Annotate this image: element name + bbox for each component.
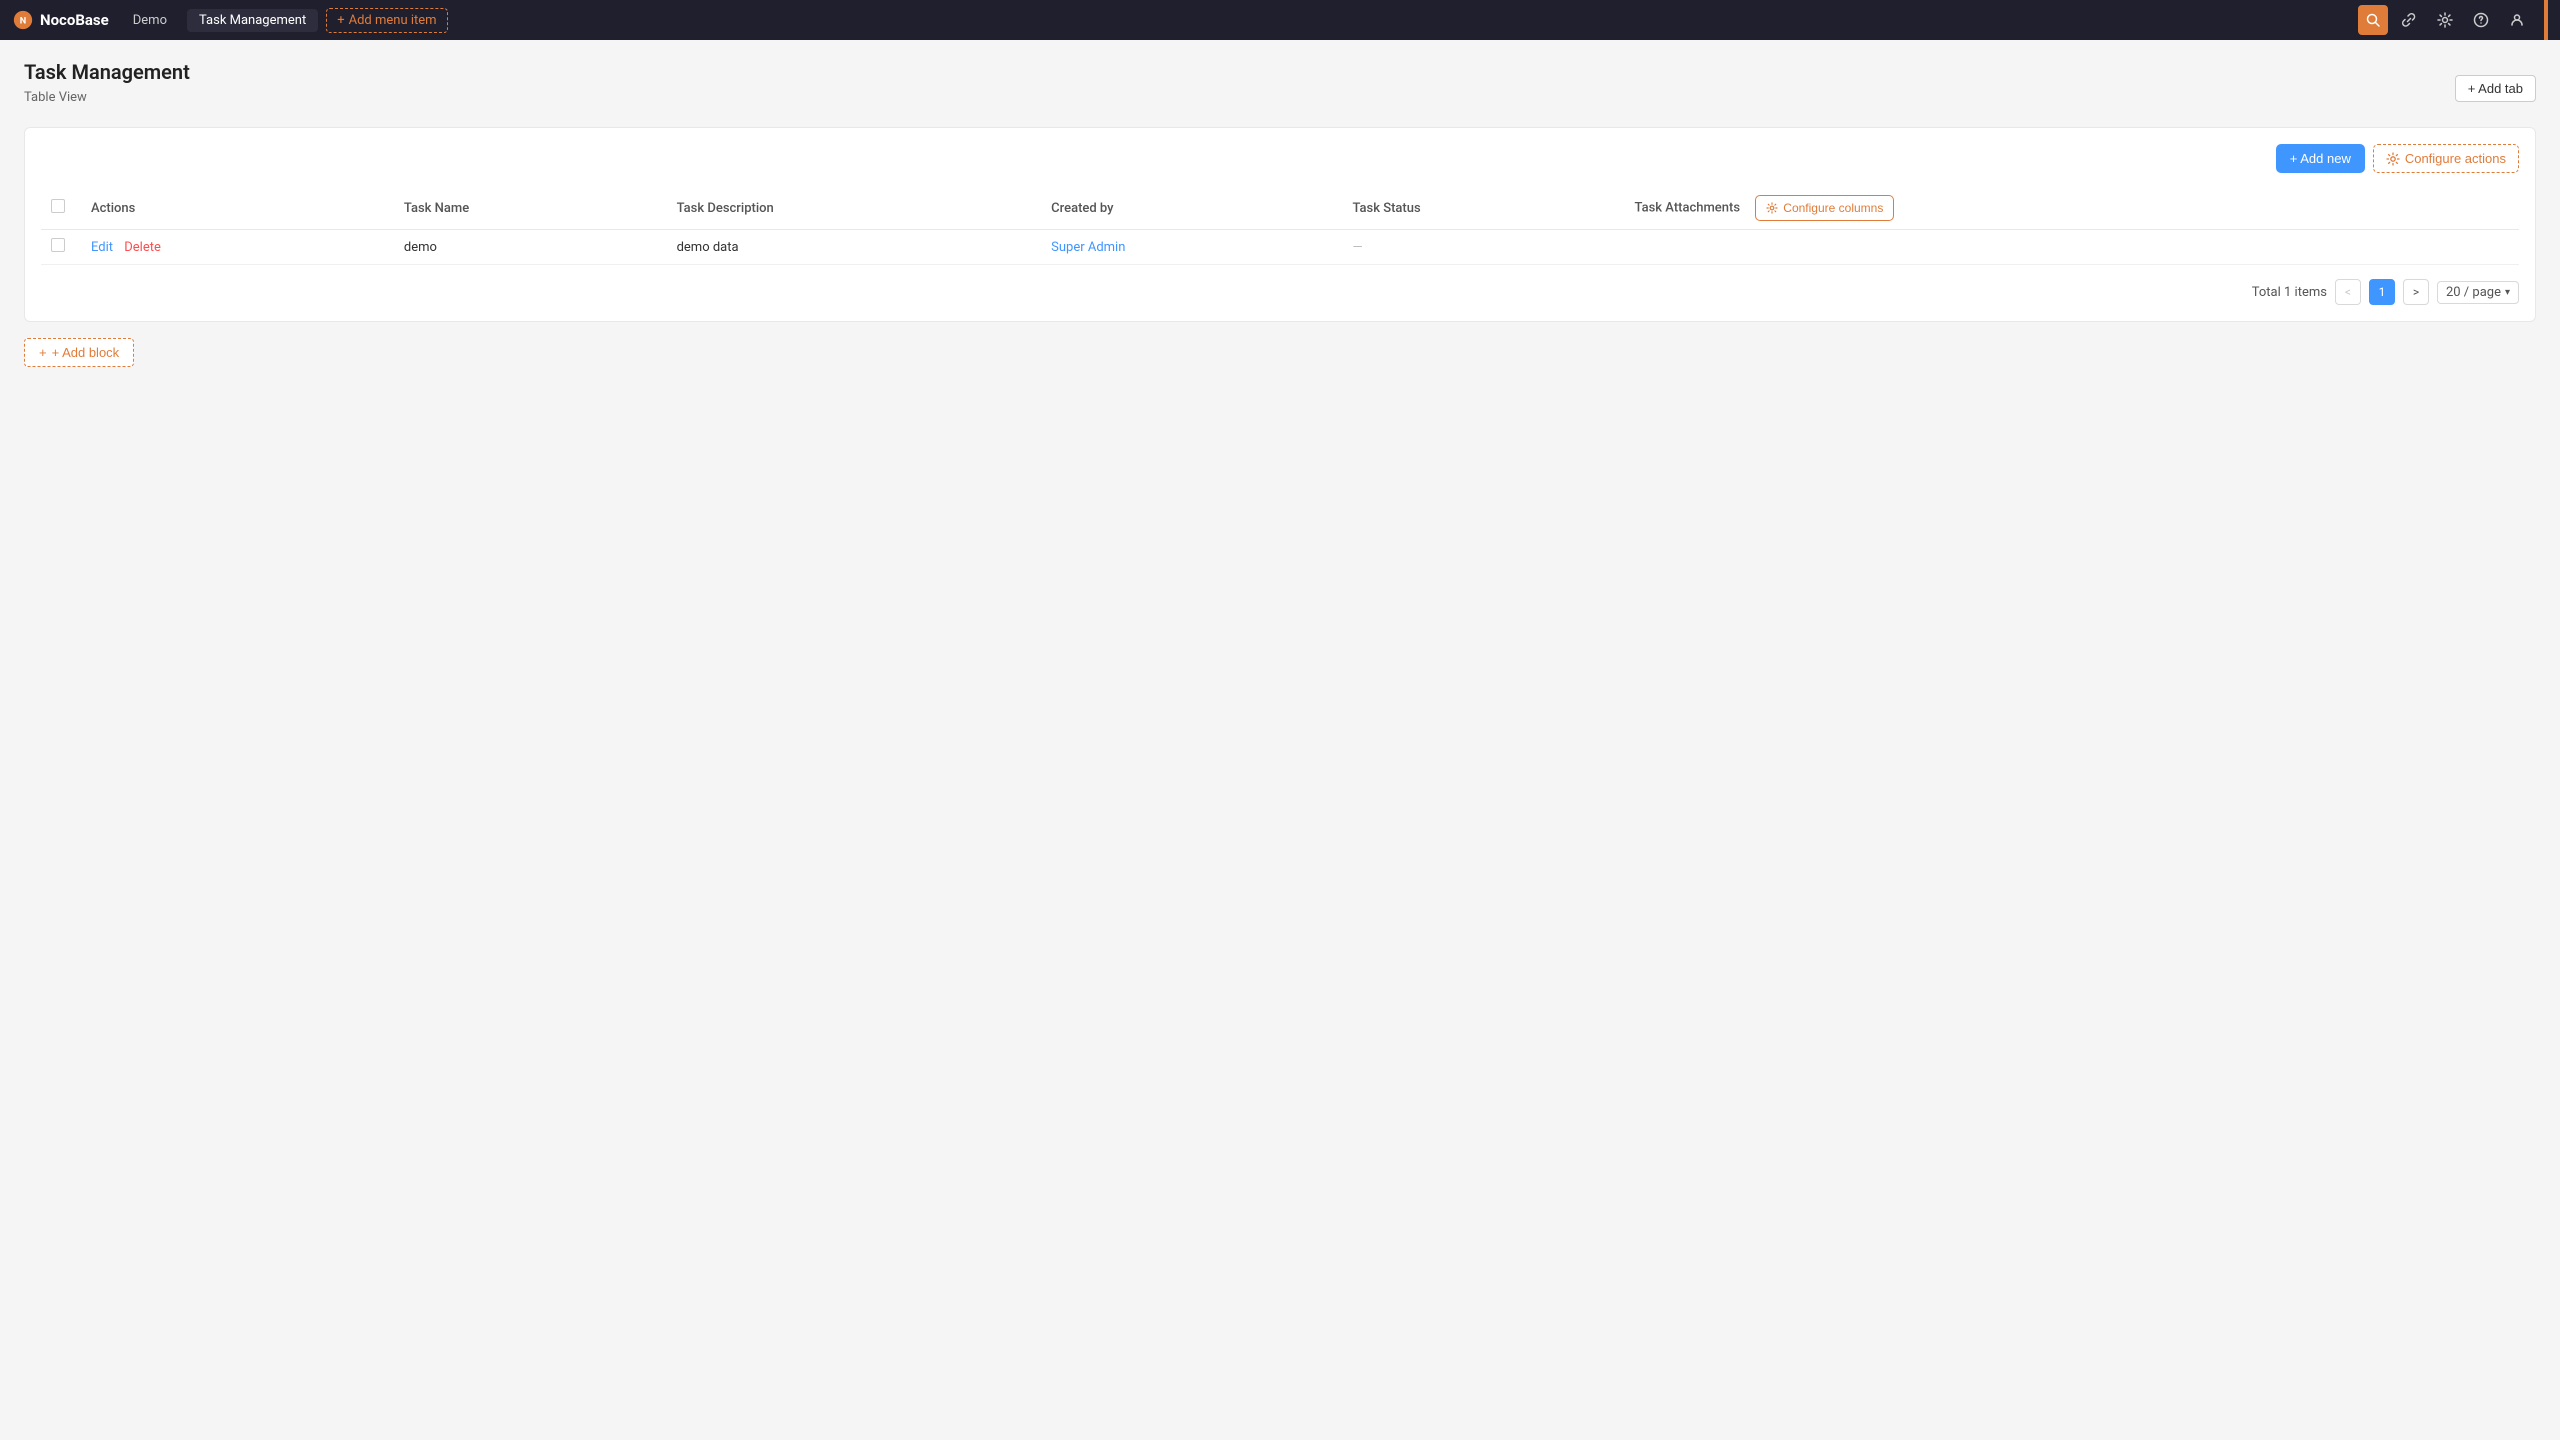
created-by-header-label: Created by	[1051, 201, 1113, 216]
user-icon-button[interactable]	[2502, 5, 2532, 35]
table-row: Edit Delete demo demo data Super Admin —	[41, 230, 2519, 265]
plus-icon: +	[337, 13, 344, 28]
settings-icon-button[interactable]	[2430, 5, 2460, 35]
add-menu-item-label: Add menu item	[349, 13, 437, 28]
created-by-value[interactable]: Super Admin	[1051, 240, 1125, 255]
task-name-cell: demo	[394, 230, 667, 265]
gear-icon	[2386, 152, 2400, 166]
prev-page-icon: <	[2345, 285, 2351, 299]
next-page-icon: >	[2413, 285, 2419, 299]
task-desc-header-label: Task Description	[677, 201, 774, 216]
page-subtitle: Table View	[24, 90, 190, 105]
select-all-header[interactable]	[41, 187, 81, 230]
per-page-label: 20 / page	[2446, 285, 2501, 300]
logo: N NocoBase	[12, 9, 109, 31]
created-by-cell: Super Admin	[1041, 230, 1342, 265]
topnav-icons	[2358, 5, 2532, 35]
prev-page-button[interactable]: <	[2335, 279, 2361, 305]
next-page-button[interactable]: >	[2403, 279, 2429, 305]
chevron-down-icon: ▾	[2505, 287, 2510, 298]
row-checkbox[interactable]	[51, 238, 65, 252]
add-menu-item-button[interactable]: + Add menu item	[326, 8, 447, 33]
data-table: Actions Task Name Task Description Creat…	[41, 187, 2519, 265]
created-by-col-header: Created by	[1041, 187, 1342, 230]
add-block-button[interactable]: + + Add block	[24, 338, 134, 367]
help-icon-button[interactable]	[2466, 5, 2496, 35]
configure-actions-button[interactable]: Configure actions	[2373, 144, 2519, 173]
table-body: Edit Delete demo demo data Super Admin —	[41, 230, 2519, 265]
configure-columns-button[interactable]: Configure columns	[1755, 195, 1894, 221]
page-title: Task Management	[24, 60, 190, 84]
configure-actions-label: Configure actions	[2405, 151, 2506, 166]
topnav: N NocoBase Demo Task Management + Add me…	[0, 0, 2560, 40]
actions-header-label: Actions	[91, 201, 135, 216]
task-attachments-col-header: Task Attachments Configure columns	[1625, 187, 2519, 230]
page-header-left: Task Management Table View	[24, 60, 190, 117]
svg-text:N: N	[20, 17, 26, 27]
page-content: Task Management Table View + Add tab + A…	[0, 40, 2560, 387]
task-status-header-label: Task Status	[1352, 201, 1420, 216]
add-tab-label: + Add tab	[2468, 81, 2523, 96]
task-attachments-cell	[1625, 230, 2519, 265]
select-all-checkbox[interactable]	[51, 199, 65, 213]
search-icon-button[interactable]	[2358, 5, 2388, 35]
edit-link[interactable]: Edit	[91, 240, 113, 255]
table-container: + Add new Configure actions Actions	[24, 127, 2536, 322]
link-icon-button[interactable]	[2394, 5, 2424, 35]
nav-tab-task-management[interactable]: Task Management	[187, 9, 318, 32]
page-1-label: 1	[2379, 285, 2386, 299]
add-new-label: + Add new	[2290, 151, 2351, 166]
row-checkbox-cell[interactable]	[41, 230, 81, 265]
logo-text: NocoBase	[40, 11, 109, 29]
configure-columns-gear-icon	[1766, 202, 1778, 214]
page-header-row: Task Management Table View + Add tab	[24, 60, 2536, 117]
task-status-cell: —	[1342, 230, 1624, 265]
delete-link[interactable]: Delete	[124, 240, 161, 255]
pagination-row: Total 1 items < 1 > 20 / page ▾	[41, 279, 2519, 305]
nocobase-logo-icon: N	[12, 9, 34, 31]
task-desc-col-header: Task Description	[667, 187, 1042, 230]
task-description-cell: demo data	[667, 230, 1042, 265]
task-status-col-header: Task Status	[1342, 187, 1624, 230]
add-block-label: + Add block	[52, 345, 120, 360]
total-items-text: Total 1 items	[2252, 285, 2327, 300]
add-new-button[interactable]: + Add new	[2276, 144, 2365, 173]
row-actions-cell: Edit Delete	[81, 230, 394, 265]
per-page-selector[interactable]: 20 / page ▾	[2437, 281, 2519, 304]
nav-tab-demo[interactable]: Demo	[121, 9, 179, 32]
actions-col-header: Actions	[81, 187, 394, 230]
right-border-accent	[2544, 0, 2548, 40]
plus-icon: +	[39, 345, 47, 360]
table-header-row: Actions Task Name Task Description Creat…	[41, 187, 2519, 230]
table-head: Actions Task Name Task Description Creat…	[41, 187, 2519, 230]
table-toolbar: + Add new Configure actions	[41, 144, 2519, 173]
task-description-value: demo data	[677, 240, 739, 255]
task-attachments-header-label: Task Attachments	[1635, 200, 1741, 215]
task-status-value: —	[1352, 240, 1362, 255]
configure-columns-label: Configure columns	[1783, 201, 1883, 215]
task-name-col-header: Task Name	[394, 187, 667, 230]
task-name-value: demo	[404, 240, 437, 255]
task-name-header-label: Task Name	[404, 201, 469, 216]
add-tab-button[interactable]: + Add tab	[2455, 75, 2536, 102]
page-1-button[interactable]: 1	[2369, 279, 2395, 305]
